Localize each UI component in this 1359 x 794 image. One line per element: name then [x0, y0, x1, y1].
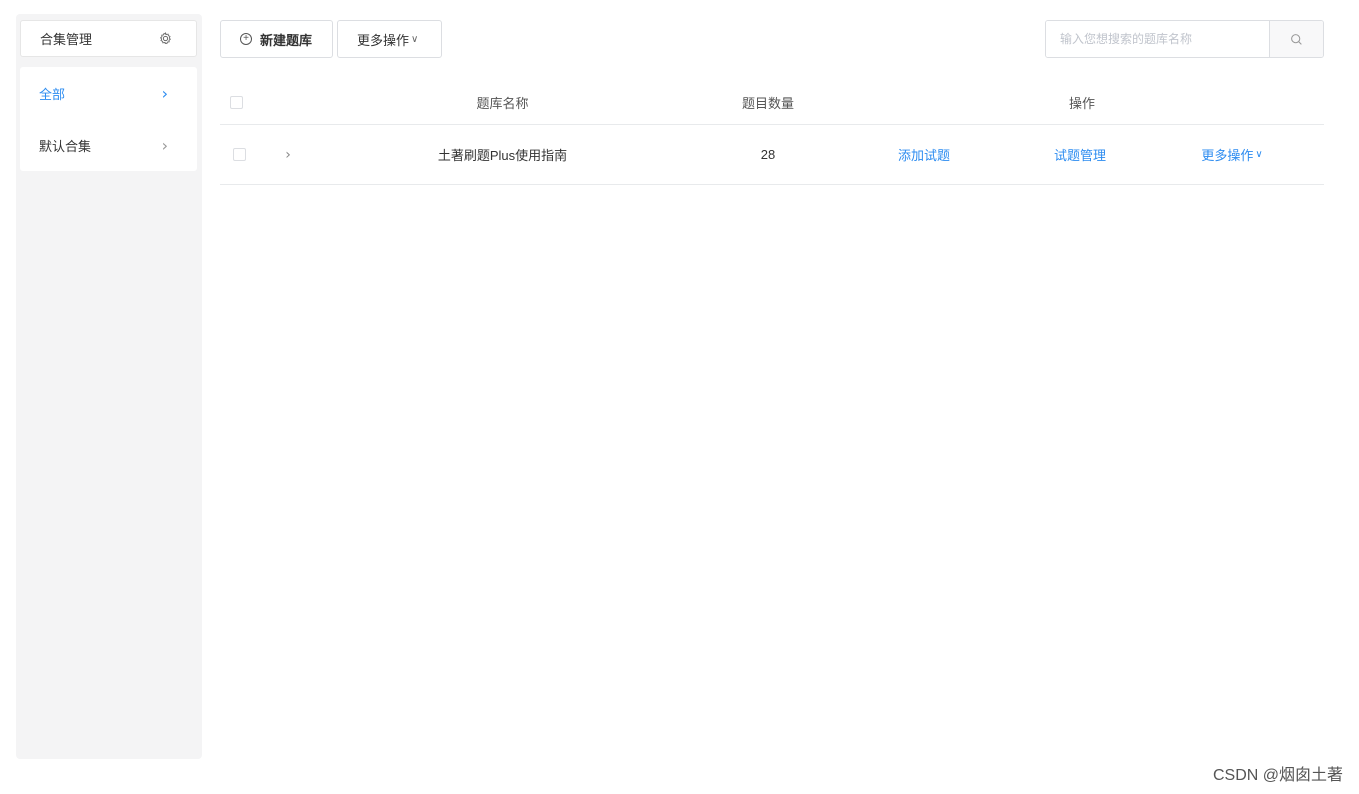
chevron-right-icon: › [161, 135, 168, 155]
manage-questions-link[interactable]: 试题管理 [1030, 125, 1130, 184]
new-question-bank-label: 新建题库 [260, 32, 313, 48]
chevron-right-icon: › [161, 83, 168, 103]
collection-manage-header[interactable]: 合集管理 [20, 20, 197, 57]
more-actions-button[interactable]: 更多操作 ∨ [337, 20, 442, 58]
more-actions-label: 更多操作 [357, 32, 410, 48]
sidebar-item-label: 默认合集 [39, 138, 92, 154]
row-more-actions-label: 更多操作 [1201, 148, 1254, 163]
row-more-actions-link[interactable]: 更多操作 ∨ [1182, 125, 1282, 184]
plus-circle-icon: + [240, 33, 252, 45]
search-box [1045, 20, 1324, 58]
select-all-checkbox[interactable] [229, 95, 243, 109]
sidebar-item-default-collection[interactable]: 默认合集 › [20, 119, 197, 171]
header-name: 题库名称 [476, 95, 529, 111]
select-all-cell [228, 80, 244, 124]
chevron-down-icon: ∨ [1255, 149, 1263, 160]
row-count: 28 [760, 147, 776, 162]
new-question-bank-button[interactable]: + 新建题库 [220, 20, 333, 58]
gear-icon[interactable] [158, 32, 172, 46]
sidebar-item-all[interactable]: 全部 › [20, 67, 197, 119]
expand-chevron-icon[interactable]: › [285, 147, 291, 163]
header-actions: 操作 [1068, 95, 1095, 111]
header-count: 题目数量 [741, 95, 794, 111]
row-expand-cell: › [280, 125, 296, 184]
search-icon [1291, 33, 1302, 45]
table-row: › 土著刷题Plus使用指南 28 添加试题 试题管理 更多操作 ∨ [220, 125, 1324, 185]
collection-manage-label: 合集管理 [40, 32, 93, 47]
row-select-cell [231, 125, 247, 184]
sidebar: 合集管理 全部 › 默认合集 › [16, 14, 202, 759]
watermark: CSDN @烟囱土著 [1212, 767, 1343, 784]
collection-list: 全部 › 默认合集 › [20, 67, 197, 171]
search-button[interactable] [1269, 21, 1323, 57]
row-name: 土著刷题Plus使用指南 [437, 148, 568, 163]
row-checkbox[interactable] [232, 148, 246, 161]
chevron-down-icon: ∨ [411, 33, 419, 45]
add-question-link[interactable]: 添加试题 [874, 125, 974, 184]
sidebar-item-label: 全部 [39, 86, 66, 102]
table-header: 题库名称 题目数量 操作 [220, 80, 1324, 125]
search-input[interactable] [1046, 21, 1269, 57]
question-bank-table: 题库名称 题目数量 操作 › 土著刷题Plus使用指南 28 添加试题 试题管理… [220, 80, 1324, 185]
